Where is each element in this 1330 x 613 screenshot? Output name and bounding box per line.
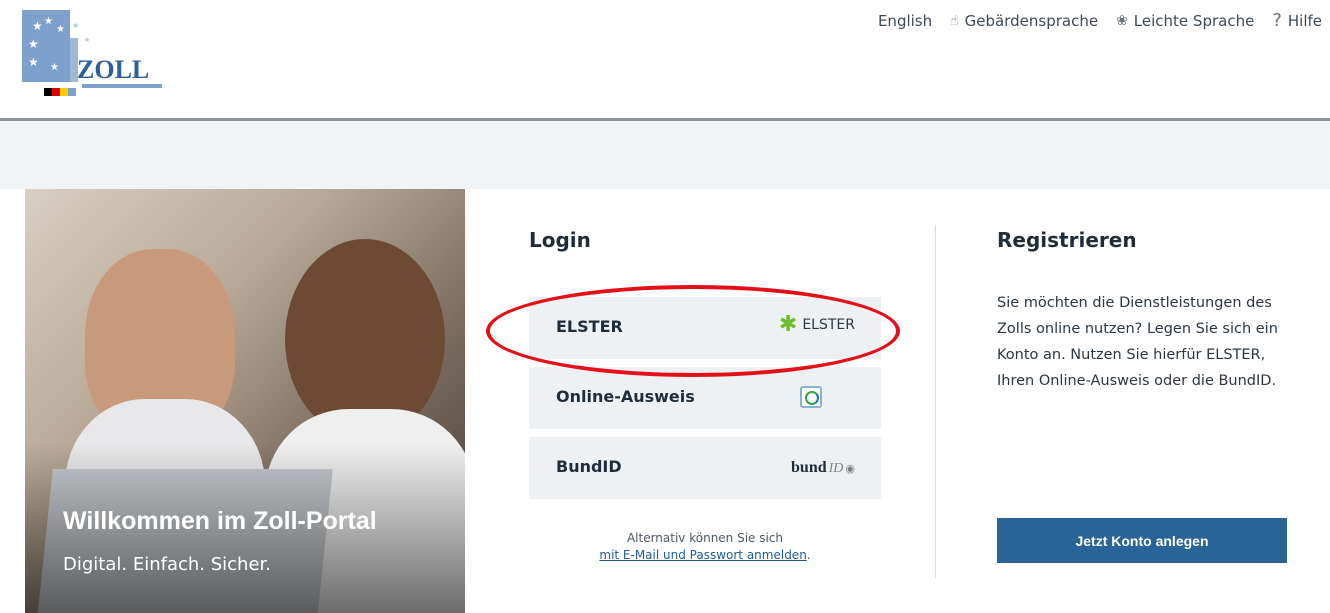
site-header: ★ ★ ★ ★ ★ ★ ★ ★ ZOLL English ☝ Gebärdens… [0, 0, 1330, 118]
sign-language-link[interactable]: ☝ Gebärdensprache [950, 12, 1098, 30]
online-ausweis-label: Online-Ausweis [556, 387, 695, 406]
hero-image: Willkommen im Zoll-Portal Digital. Einfa… [25, 189, 465, 613]
help-icon: ? [1272, 10, 1282, 31]
alternative-login-text: Alternativ können Sie sich mit E-Mail un… [599, 531, 811, 562]
sign-language-label: Gebärdensprache [964, 11, 1099, 30]
bundid-logo: bund ID ◉ [791, 459, 855, 476]
zoll-logo[interactable]: ★ ★ ★ ★ ★ ★ ★ ★ ZOLL [22, 8, 167, 98]
easy-language-link[interactable]: ❀ Leichte Sprache [1116, 12, 1254, 30]
svg-text:★: ★ [44, 16, 53, 27]
help-label: Hilfe [1287, 11, 1322, 30]
english-link-label: English [877, 11, 933, 30]
register-description: Sie möchten die Dienstleistungen des Zol… [997, 295, 1278, 389]
help-link[interactable]: ? Hilfe [1272, 10, 1322, 31]
email-password-login-link[interactable]: mit E-Mail und Passwort anmelden [599, 548, 806, 562]
easy-language-label: Leichte Sprache [1133, 11, 1255, 30]
elster-logo: ✱ ELSTER [778, 312, 855, 337]
logo-text: ZOLL [77, 55, 149, 84]
english-link[interactable]: English [878, 12, 932, 30]
login-title: Login [529, 228, 591, 252]
sign-language-icon: ☝ [950, 12, 959, 29]
top-nav: English ☝ Gebärdensprache ❀ Leichte Spra… [878, 10, 1322, 31]
svg-text:★: ★ [72, 21, 79, 30]
column-divider [935, 225, 936, 578]
elster-label: ELSTER [556, 317, 623, 336]
svg-text:★: ★ [50, 62, 59, 73]
create-account-button[interactable]: Jetzt Konto anlegen [997, 518, 1287, 563]
svg-text:★: ★ [84, 36, 90, 44]
online-ausweis-icon [800, 386, 822, 408]
hero-title: Willkommen im Zoll-Portal [63, 507, 377, 535]
bundid-label: BundID [556, 457, 622, 476]
hero-subtitle: Digital. Einfach. Sicher. [63, 554, 271, 575]
svg-text:★: ★ [32, 19, 43, 33]
bundid-login-option[interactable]: BundID bund ID ◉ [529, 437, 881, 499]
easy-language-icon: ❀ [1116, 12, 1128, 29]
register-title: Registrieren [997, 228, 1137, 252]
bundid-dot-icon: ◉ [845, 462, 855, 475]
svg-text:★: ★ [28, 37, 39, 51]
gray-band [0, 121, 1330, 189]
online-ausweis-login-option[interactable]: Online-Ausweis [529, 367, 881, 429]
elster-login-option[interactable]: ELSTER ✱ ELSTER [529, 297, 881, 359]
svg-text:★: ★ [56, 24, 65, 35]
elster-star-icon: ✱ [778, 312, 798, 337]
svg-text:★: ★ [28, 55, 39, 69]
